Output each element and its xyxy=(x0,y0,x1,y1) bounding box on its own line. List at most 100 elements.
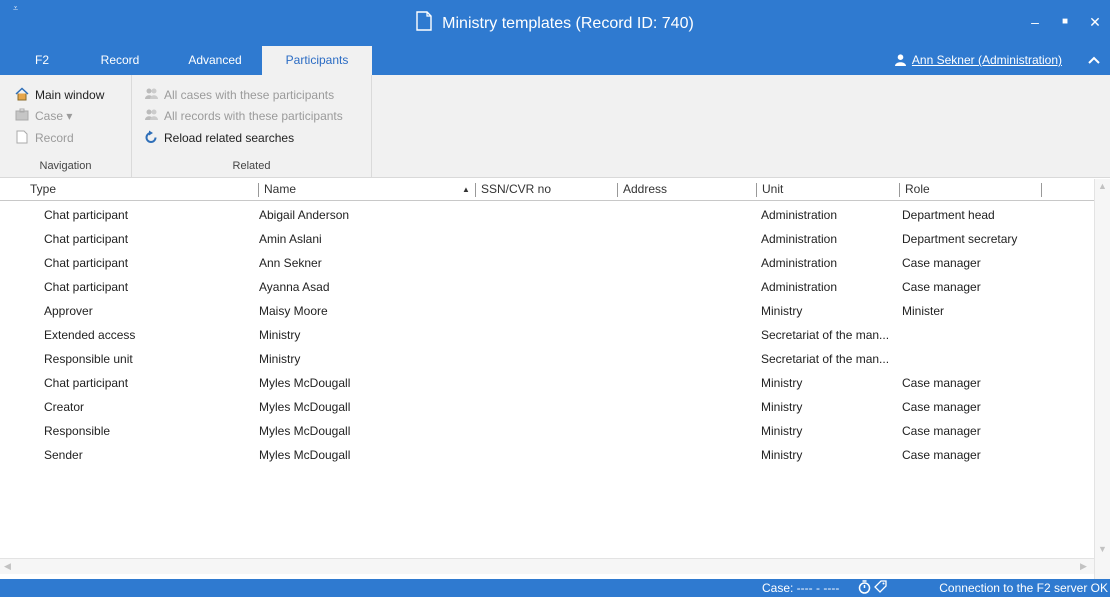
all-records-with-participants-button[interactable]: All records with these participants xyxy=(144,106,343,126)
all-cases-with-participants-button[interactable]: All cases with these participants xyxy=(144,85,334,105)
cell-role: Case manager xyxy=(902,400,981,414)
table-row[interactable]: Chat participant Ayanna Asad Administratio… xyxy=(0,275,1094,299)
case-icon xyxy=(15,108,31,122)
current-user-link[interactable]: Ann Sekner (Administration) xyxy=(894,46,1062,77)
table-row[interactable]: Chat participant Amin Aslani Administratio… xyxy=(0,227,1094,251)
table-row[interactable]: Chat participant Myles McDougall Ministry C… xyxy=(0,371,1094,395)
cell-name: Ministry xyxy=(259,352,301,366)
table-row[interactable]: Sender Myles McDougall Ministry Case manage… xyxy=(0,443,1094,467)
cell-unit: Administration xyxy=(761,232,838,246)
cell-name: Ayanna Asad xyxy=(259,280,330,294)
cell-role: Case manager xyxy=(902,280,981,294)
cell-role: Case manager xyxy=(902,448,981,462)
tab-advanced[interactable]: Advanced xyxy=(175,46,255,75)
connection-status: Connection to the F2 server OK xyxy=(939,581,1108,595)
timer-icon[interactable] xyxy=(858,580,874,597)
tab-participants[interactable]: Participants xyxy=(262,46,372,75)
user-name: Ann Sekner (Administration) xyxy=(911,53,1062,67)
cell-type: Responsible unit xyxy=(44,352,133,366)
cell-name: Myles McDougall xyxy=(259,424,351,438)
cell-unit: Secretariat of the man... xyxy=(761,352,890,366)
cell-unit: Ministry xyxy=(761,376,803,390)
column-header-name[interactable]: Name xyxy=(259,179,296,200)
cell-type: Sender xyxy=(44,448,83,462)
cell-role: Case manager xyxy=(902,256,981,270)
cell-name: Ministry xyxy=(259,328,301,342)
cell-name: Myles McDougall xyxy=(259,400,351,414)
table-row[interactable]: Responsible unit Ministry Secretariat of t… xyxy=(0,347,1094,371)
cell-type: Extended access xyxy=(44,328,136,342)
user-icon xyxy=(894,48,906,77)
close-button[interactable]: ✕ xyxy=(1085,12,1105,32)
cell-type: Chat participant xyxy=(44,208,129,222)
table-row[interactable]: Chat participant Abigail Anderson Administ… xyxy=(0,203,1094,227)
column-header-type[interactable]: Type xyxy=(25,179,56,200)
people-icon xyxy=(144,87,160,101)
people-icon xyxy=(144,108,160,122)
status-bar: Case: ---- - ---- Connection to the F2 s… xyxy=(0,579,1110,597)
record-button[interactable]: Record xyxy=(15,128,74,148)
tab-record[interactable]: Record xyxy=(90,46,150,75)
grid-header: Type Name ▲ SSN/CVR no Address Unit Role xyxy=(0,179,1094,201)
cell-type: Chat participant xyxy=(44,376,129,390)
cell-unit: Ministry xyxy=(761,448,803,462)
column-divider[interactable] xyxy=(1041,183,1042,197)
collapse-ribbon-icon[interactable] xyxy=(1088,53,1100,68)
cell-name: Myles McDougall xyxy=(259,376,351,390)
related-group-label: Related xyxy=(232,160,271,172)
cell-name: Myles McDougall xyxy=(259,448,351,462)
cell-unit: Secretariat of the man... xyxy=(761,328,890,342)
ribbon-group-related: All cases with these participants All re… xyxy=(132,75,372,177)
table-row[interactable]: Approver Maisy Moore Ministry Minister xyxy=(0,299,1094,323)
main-window-button[interactable]: Main window xyxy=(15,85,104,105)
scroll-left-icon[interactable]: ◀ xyxy=(4,561,11,572)
scroll-down-icon[interactable]: ▼ xyxy=(1098,544,1107,554)
record-icon xyxy=(15,130,31,144)
column-header-address[interactable]: Address xyxy=(618,179,667,200)
ribbon-tabs: F2 Record Advanced Participants Ann Sekn… xyxy=(0,46,1110,75)
navigation-group-label: Navigation xyxy=(39,160,92,172)
table-row[interactable]: Chat participant Ann Sekner Administration… xyxy=(0,251,1094,275)
cell-type: Chat participant xyxy=(44,256,129,270)
participants-grid: Type Name ▲ SSN/CVR no Address Unit Role… xyxy=(0,179,1110,579)
cell-role: Minister xyxy=(902,304,945,318)
cell-type: Responsible xyxy=(44,424,111,438)
table-row[interactable]: Creator Myles McDougall Ministry Case manag… xyxy=(0,395,1094,419)
horizontal-scrollbar[interactable]: ◀ ▶ xyxy=(0,558,1094,574)
vertical-scrollbar[interactable]: ▲ ▼ xyxy=(1094,179,1110,579)
scroll-right-icon[interactable]: ▶ xyxy=(1080,561,1087,572)
column-header-role[interactable]: Role xyxy=(900,179,930,200)
cell-role: Case manager xyxy=(902,376,981,390)
table-row[interactable]: Extended access Ministry Secretariat of th… xyxy=(0,323,1094,347)
home-icon xyxy=(15,87,31,101)
sort-ascending-icon: ▲ xyxy=(462,185,470,194)
title-bar: ⩡ Ministry templates (Record ID: 740) ‒ … xyxy=(0,0,1110,46)
ribbon-group-navigation: Main window Case ▾ Record Navigation xyxy=(0,75,132,177)
document-icon xyxy=(416,11,432,36)
case-dropdown-button[interactable]: Case ▾ xyxy=(15,106,72,126)
cell-type: Chat participant xyxy=(44,280,129,294)
column-header-ssn[interactable]: SSN/CVR no xyxy=(476,179,551,200)
cell-unit: Administration xyxy=(761,280,838,294)
cell-type: Approver xyxy=(44,304,93,318)
reload-related-searches-button[interactable]: Reload related searches xyxy=(144,128,294,148)
cell-name: Maisy Moore xyxy=(259,304,328,318)
ribbon: Main window Case ▾ Record Navigation All… xyxy=(0,75,1110,178)
cell-unit: Ministry xyxy=(761,304,803,318)
table-row[interactable]: Responsible Myles McDougall Ministry Case m… xyxy=(0,419,1094,443)
cell-name: Abigail Anderson xyxy=(259,208,350,222)
tab-f2[interactable]: F2 xyxy=(24,46,60,75)
cell-role: Case manager xyxy=(902,424,981,438)
reload-icon xyxy=(144,130,160,144)
minimize-button[interactable]: ‒ xyxy=(1025,12,1045,32)
cell-unit: Administration xyxy=(761,208,838,222)
cell-unit: Ministry xyxy=(761,424,803,438)
cell-name: Ann Sekner xyxy=(259,256,322,270)
column-header-unit[interactable]: Unit xyxy=(757,179,783,200)
tag-icon[interactable] xyxy=(874,580,887,597)
scroll-up-icon[interactable]: ▲ xyxy=(1098,181,1107,191)
cell-type: Creator xyxy=(44,400,85,414)
status-icons xyxy=(858,580,887,597)
cell-role: Department head xyxy=(902,208,995,222)
maximize-button[interactable]: ■ xyxy=(1055,12,1075,32)
